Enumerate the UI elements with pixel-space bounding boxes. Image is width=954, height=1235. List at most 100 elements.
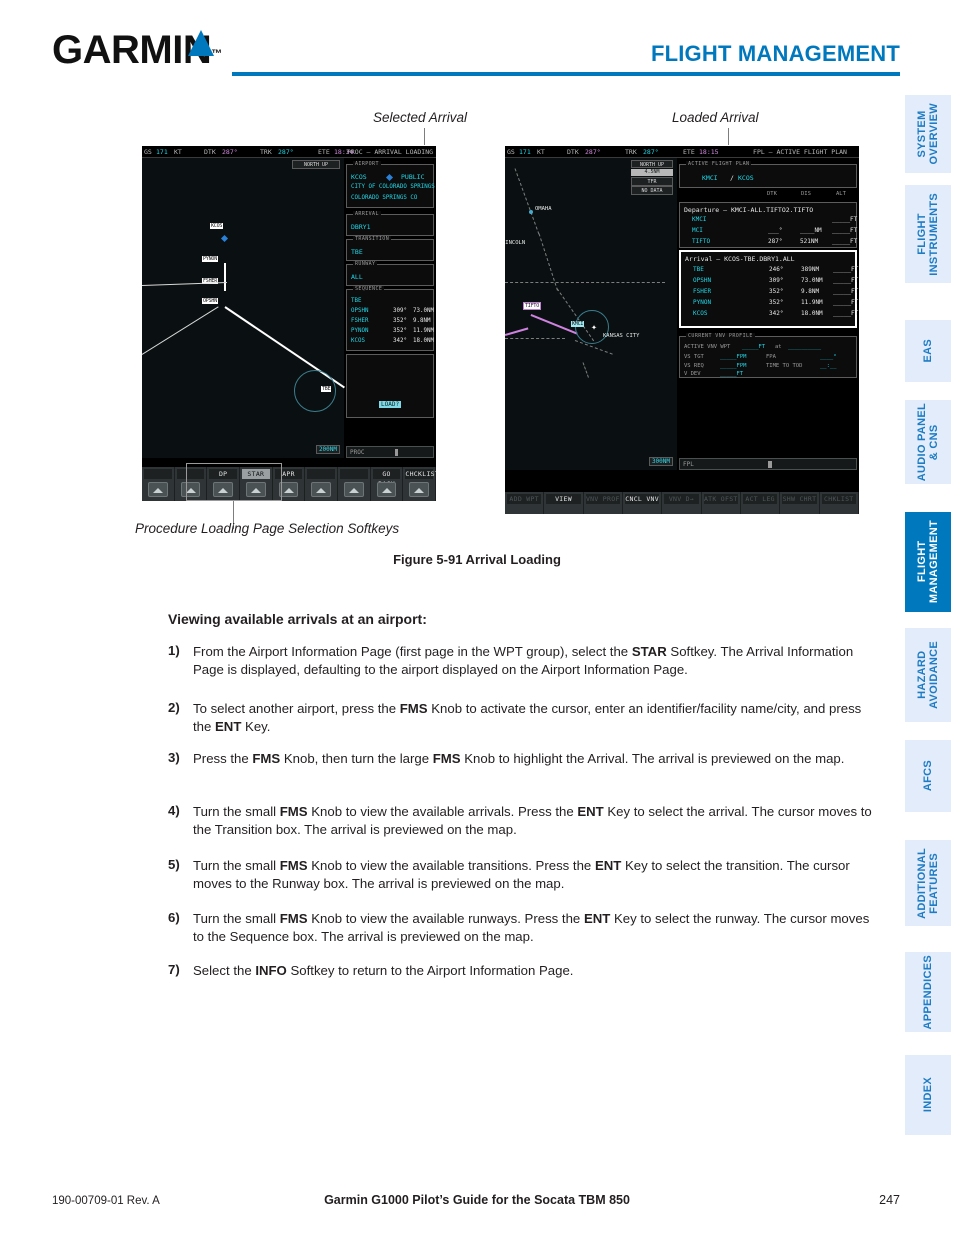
side-tab-afcs[interactable]: AFCS — [905, 740, 951, 812]
side-tab-system-overview[interactable]: SYSTEM OVERVIEW — [905, 95, 951, 173]
sequence-panel[interactable]: SEQUENCE TBE OPSHN 309° 73.0NM FSHER 352° 9.8N… — [346, 286, 434, 351]
step-number: 7) — [168, 962, 180, 977]
map-label-kmci: KMCI — [571, 321, 585, 327]
r-gs-label: GS — [507, 148, 515, 156]
trk-value: 287° — [278, 148, 294, 156]
emphasis-term: FMS — [279, 804, 308, 819]
arr-wpt-1: OPSHN — [693, 277, 712, 284]
procedure-step: 3) Press the FMS Knob, then turn the larg… — [168, 750, 873, 768]
softkey-button[interactable] — [409, 482, 430, 497]
transition-panel[interactable]: TRANSITION TBE — [346, 236, 434, 261]
softkey-add-wpt[interactable]: ADD WPT — [505, 492, 545, 514]
vdev-label: V DEV — [684, 371, 701, 377]
procedure-step: 4) Turn the small FMS Knob to view the av… — [168, 803, 873, 839]
state-border-h2 — [505, 338, 565, 339]
softkey-button[interactable] — [376, 482, 397, 497]
arrival-panel[interactable]: ARRIVAL DBRY1 — [346, 211, 434, 236]
softkey-label: CNCL VNV — [624, 494, 660, 504]
dep-dtk-2: 287° — [768, 238, 783, 245]
callout-loaded-arrival: Loaded Arrival — [672, 110, 759, 125]
vnv-profile-panel[interactable]: CURRENT VNV PROFILE ACTIVE VNV WPT _____… — [679, 333, 857, 378]
tod-label: TIME TO TOD — [766, 363, 803, 369]
side-tab-flight-instruments[interactable]: FLIGHT INSTRUMENTS — [905, 185, 951, 283]
softkey-view[interactable]: VIEW — [544, 492, 584, 514]
side-tab-hazard-avoidance[interactable]: HAZARD AVOIDANCE — [905, 628, 951, 722]
departure-section[interactable]: Departure – KMCI-ALL.TIFTO2.TIFTO KMCI __… — [679, 202, 857, 248]
map-range-slider[interactable]: 4.5NM — [631, 169, 673, 176]
fpl-route-panel[interactable]: ACTIVE FLIGHT PLAN KMCI / KCOS — [679, 161, 857, 188]
route-from: KMCI — [702, 174, 718, 182]
procedure-step: 1) From the Airport Information Page (fir… — [168, 643, 873, 679]
r-scroll-thumb[interactable] — [768, 461, 772, 468]
vnv-at-value: __________ — [788, 344, 822, 350]
runway-panel[interactable]: RUNWAY ALL — [346, 261, 434, 286]
softkey-button[interactable] — [311, 482, 332, 497]
callout-softkeys-label: Procedure Loading Page Selection Softkey… — [135, 521, 400, 536]
vnv-active-wpt-value: _____FT — [742, 344, 766, 350]
arr-dtk-2: 352° — [769, 288, 784, 295]
r-ete-label: ETE — [683, 148, 695, 156]
softkey-cncl-vnv[interactable]: CNCL VNV — [623, 492, 663, 514]
airport-panel-title: AIRPORT — [353, 161, 381, 167]
r-trk-value: 287° — [643, 148, 659, 156]
softkey-act-leg[interactable]: ACT LEG — [741, 492, 781, 514]
seq-dist-1: 73.0NM — [413, 308, 434, 314]
map-range-indicator[interactable]: 200NM — [315, 445, 340, 454]
right-map[interactable]: OMAHA LINCOLN TIFTO KMCI KANSAS CITY ✦ N… — [505, 158, 677, 470]
r-dtk-label: DTK — [567, 148, 579, 156]
softkey-label: VIEW — [546, 494, 581, 504]
vs-req-label: VS REQ — [684, 363, 704, 369]
tfr-indicator[interactable]: TFR — [631, 177, 673, 186]
arr-alt-4: _____FT — [833, 310, 859, 317]
softkey-shw-chrt[interactable]: SHW CHRT — [780, 492, 820, 514]
arrival-value: DBRY1 — [351, 223, 371, 231]
arrival-section[interactable]: Arrival – KCOS-TBE.DBRY1.ALL TBE 246° 389N… — [679, 250, 859, 328]
arr-wpt-0: TBE — [693, 266, 704, 273]
seq-crs-2: 352° — [393, 318, 407, 324]
col-dtk: DTK — [767, 191, 777, 197]
step-text: From the Airport Information Page (first… — [193, 644, 854, 677]
side-tab-label: HAZARD AVOIDANCE — [916, 641, 940, 709]
softkey-label: ACT LEG — [742, 494, 778, 504]
r-dtk-value: 287° — [585, 148, 601, 156]
arr-wpt-2: FSHER — [693, 288, 712, 295]
load-button[interactable]: LOAD? — [379, 401, 402, 408]
vnv-active-wpt-label: ACTIVE VNV WPT — [684, 344, 731, 350]
softkey-chklist[interactable]: CHKLIST — [820, 492, 859, 514]
airport-panel[interactable]: AIRPORT KCOS PUBLIC CITY OF COLORADO SPR… — [346, 161, 435, 208]
softkey-label — [307, 469, 336, 479]
north-up-indicator[interactable]: NORTH UP — [292, 160, 340, 169]
right-status-mode: FPL — [683, 461, 694, 468]
r-map-range-indicator[interactable]: 300NM — [648, 457, 673, 466]
side-tab-audio-panel-cns[interactable]: AUDIO PANEL & CNS — [905, 400, 951, 484]
left-map[interactable]: KCOS PYNON FSHER OPSHN TBE NORTH UP 200N… — [142, 158, 345, 458]
trk-label: TRK — [260, 148, 272, 156]
softkey-go-back[interactable]: GO BACK — [371, 467, 404, 501]
softkey-button[interactable] — [344, 482, 364, 497]
side-tab-label: SYSTEM OVERVIEW — [916, 103, 940, 165]
softkey-blank-6 — [338, 467, 371, 501]
map-label-tbe: TBE — [321, 386, 332, 392]
side-tab-appendices[interactable]: APPENDICES — [905, 952, 951, 1032]
softkey-atk-ofst[interactable]: ATK OFST — [702, 492, 741, 514]
arrival-panel-title: ARRIVAL — [353, 211, 381, 217]
airport-type-icon — [385, 173, 394, 182]
softkey-chcklist[interactable]: CHCKLIST — [403, 467, 436, 501]
softkey-vnv-d[interactable]: VNV D→ — [662, 492, 702, 514]
left-screen-topbar: GS 171 KT DTK 287° TRK 287° ETE 18:34 PR… — [142, 146, 436, 158]
load-panel[interactable]: LOAD? — [346, 354, 434, 418]
softkey-button[interactable] — [148, 482, 168, 497]
footer-title: Garmin G1000 Pilot’s Guide for the Socat… — [324, 1193, 630, 1207]
right-softkey-row[interactable]: ADD WPT VIEW VNV PROF CNCL VNV VNV D→ ATK OFS… — [505, 492, 859, 514]
side-tab-index[interactable]: INDEX — [905, 1055, 951, 1135]
softkey-vnv-prof[interactable]: VNV PROF — [584, 492, 623, 514]
side-tab-additional-features[interactable]: ADDITIONAL FEATURES — [905, 840, 951, 926]
arrival-header: Arrival – KCOS-TBE.DBRY1.ALL — [685, 255, 795, 263]
softkey-label: VNV PROF — [585, 494, 620, 504]
r-north-up-indicator[interactable]: NORTH UP — [631, 160, 673, 168]
procedure-step: 5) Turn the small FMS Knob to view the av… — [168, 857, 873, 893]
state-border-h1 — [505, 282, 665, 283]
map-label-omaha: OMAHA — [535, 206, 552, 212]
scroll-thumb[interactable] — [395, 449, 398, 456]
side-tab-eas[interactable]: EAS — [905, 320, 951, 382]
